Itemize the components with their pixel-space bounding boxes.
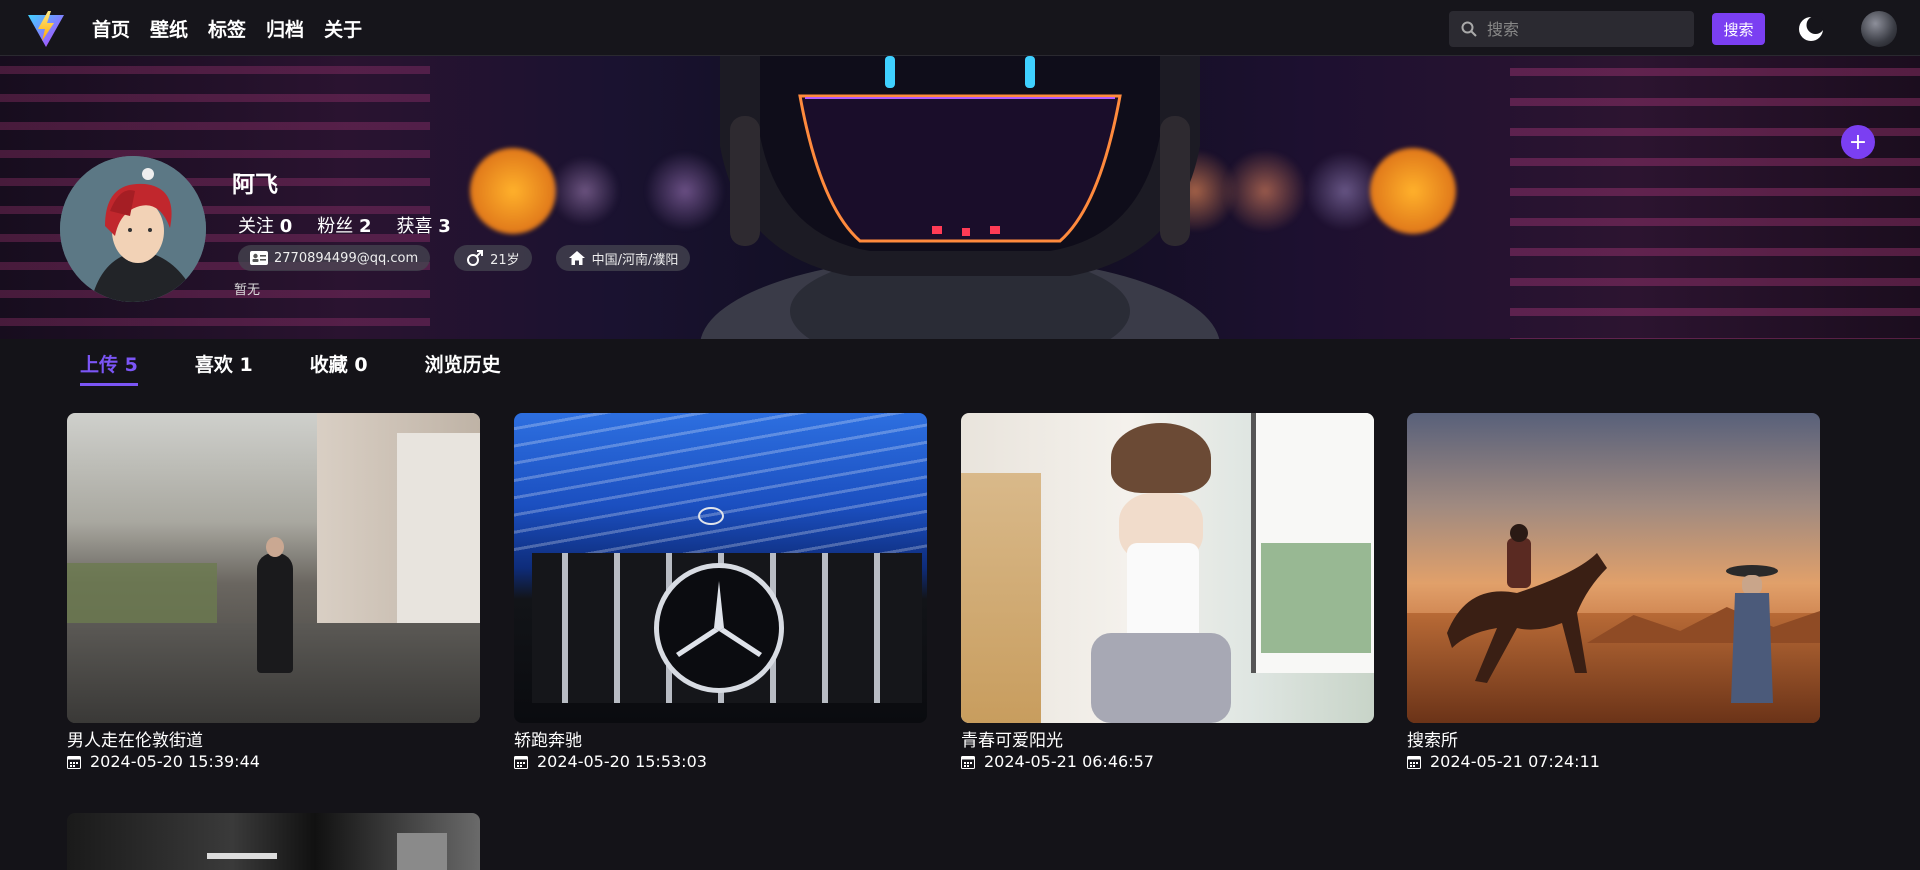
card-date: 2024-05-20 15:39:44 xyxy=(67,752,480,771)
wallpaper-card: 青春可爱阳光 2024-05-21 06:46:57 xyxy=(961,413,1374,771)
location-chip: 中国/河南/濮阳 xyxy=(555,245,691,271)
tab-likes-label: 喜欢 xyxy=(194,354,233,376)
card-title[interactable]: 青春可爱阳光 xyxy=(961,726,1374,751)
location-text: 中国/河南/濮阳 xyxy=(591,252,679,268)
profile-username: 阿飞 xyxy=(232,172,278,198)
wallpaper-thumbnail[interactable] xyxy=(1407,413,1820,723)
banner-decoration xyxy=(550,156,620,226)
tab-likes[interactable]: 喜欢 1 xyxy=(195,350,253,386)
follow-count: 0 xyxy=(279,216,293,237)
wallpaper-card xyxy=(67,813,480,870)
calendar-icon xyxy=(961,755,975,769)
card-date-text: 2024-05-21 07:24:11 xyxy=(1430,752,1600,771)
fans-count: 2 xyxy=(359,216,372,237)
likes-count: 3 xyxy=(438,216,451,237)
nav-link-home[interactable]: 首页 xyxy=(92,15,130,42)
likes-label: 获喜 xyxy=(396,216,433,237)
card-date: 2024-05-21 06:46:57 xyxy=(961,752,1374,771)
search-box xyxy=(1449,11,1694,47)
nav-link-tags[interactable]: 标签 xyxy=(208,15,246,42)
banner-decoration xyxy=(470,148,556,234)
profile-bio: 暂无 xyxy=(234,283,261,298)
profile-banner: + xyxy=(0,56,1920,339)
robot-illustration xyxy=(700,56,1220,339)
age-chip: 21岁 xyxy=(454,245,532,271)
profile-chips: 2770894499@qq.com 21岁 中国/河南/濮阳 xyxy=(238,245,691,271)
fans-stat[interactable]: 粉丝 2 xyxy=(317,212,371,238)
nav-link-about[interactable]: 关于 xyxy=(324,15,362,42)
content-tabs: 上传 5 喜欢 1 收藏 0 浏览历史 xyxy=(80,350,558,386)
follow-stat[interactable]: 关注 0 xyxy=(238,212,292,238)
card-date-text: 2024-05-21 06:46:57 xyxy=(984,752,1154,771)
card-date-text: 2024-05-20 15:53:03 xyxy=(537,752,707,771)
tab-uploads-count: 5 xyxy=(124,354,138,376)
email-chip: 2770894499@qq.com xyxy=(238,245,431,271)
search-button[interactable]: 搜索 xyxy=(1712,13,1765,45)
card-title[interactable]: 轿跑奔驰 xyxy=(514,726,927,751)
card-date-text: 2024-05-20 15:39:44 xyxy=(90,752,260,771)
top-nav: 首页 壁纸 标签 归档 关于 搜索 xyxy=(0,0,1920,56)
tab-history[interactable]: 浏览历史 xyxy=(425,350,501,386)
tab-uploads[interactable]: 上传 5 xyxy=(80,350,138,386)
fans-label: 粉丝 xyxy=(317,216,354,237)
profile-stats: 关注 0 粉丝 2 获喜 3 xyxy=(238,212,451,238)
search-input[interactable] xyxy=(1487,19,1687,39)
calendar-icon xyxy=(1407,755,1421,769)
likes-stat: 获喜 3 xyxy=(397,212,451,238)
calendar-icon xyxy=(67,755,81,769)
card-title[interactable]: 男人走在伦敦街道 xyxy=(67,726,480,751)
banner-decoration xyxy=(1370,148,1456,234)
wallpaper-card: 搜索所 2024-05-21 07:24:11 xyxy=(1407,413,1820,771)
dark-mode-icon[interactable] xyxy=(1798,16,1824,42)
follow-label: 关注 xyxy=(238,216,274,237)
search-icon xyxy=(1461,21,1477,37)
nav-link-wallpaper[interactable]: 壁纸 xyxy=(150,15,188,42)
anime-avatar-image xyxy=(60,156,206,302)
home-icon xyxy=(568,251,585,265)
nav-links: 首页 壁纸 标签 归档 关于 xyxy=(92,0,362,56)
tab-favorites-count: 0 xyxy=(354,354,368,376)
wallpaper-thumbnail[interactable] xyxy=(514,413,927,723)
banner-decoration xyxy=(1510,56,1920,339)
add-button[interactable]: + xyxy=(1841,125,1875,159)
calendar-icon xyxy=(514,755,528,769)
tab-history-label: 浏览历史 xyxy=(424,354,501,376)
email-text: 2770894499@qq.com xyxy=(274,250,419,266)
wallpaper-card: 男人走在伦敦街道 2024-05-20 15:39:44 xyxy=(67,413,480,771)
tab-likes-count: 1 xyxy=(239,354,253,376)
wallpaper-card: 轿跑奔驰 2024-05-20 15:53:03 xyxy=(514,413,927,771)
tab-favorites[interactable]: 收藏 0 xyxy=(310,350,368,386)
wallpaper-thumbnail[interactable] xyxy=(67,813,480,870)
card-date: 2024-05-20 15:53:03 xyxy=(514,752,927,771)
tab-uploads-label: 上传 xyxy=(80,354,119,376)
banner-decoration xyxy=(1220,151,1310,231)
profile-avatar xyxy=(60,156,206,302)
tab-favorites-label: 收藏 xyxy=(309,354,348,376)
male-icon xyxy=(467,250,484,266)
user-avatar[interactable] xyxy=(1861,11,1897,47)
banner-decoration xyxy=(0,56,430,339)
wallpaper-thumbnail[interactable] xyxy=(67,413,480,723)
wallpaper-thumbnail[interactable] xyxy=(961,413,1374,723)
logo-icon[interactable] xyxy=(26,9,66,49)
age-text: 21岁 xyxy=(490,252,520,268)
card-title[interactable]: 搜索所 xyxy=(1407,726,1820,751)
card-date: 2024-05-21 07:24:11 xyxy=(1407,752,1820,771)
id-card-icon xyxy=(250,251,268,265)
nav-link-archive[interactable]: 归档 xyxy=(266,15,304,42)
